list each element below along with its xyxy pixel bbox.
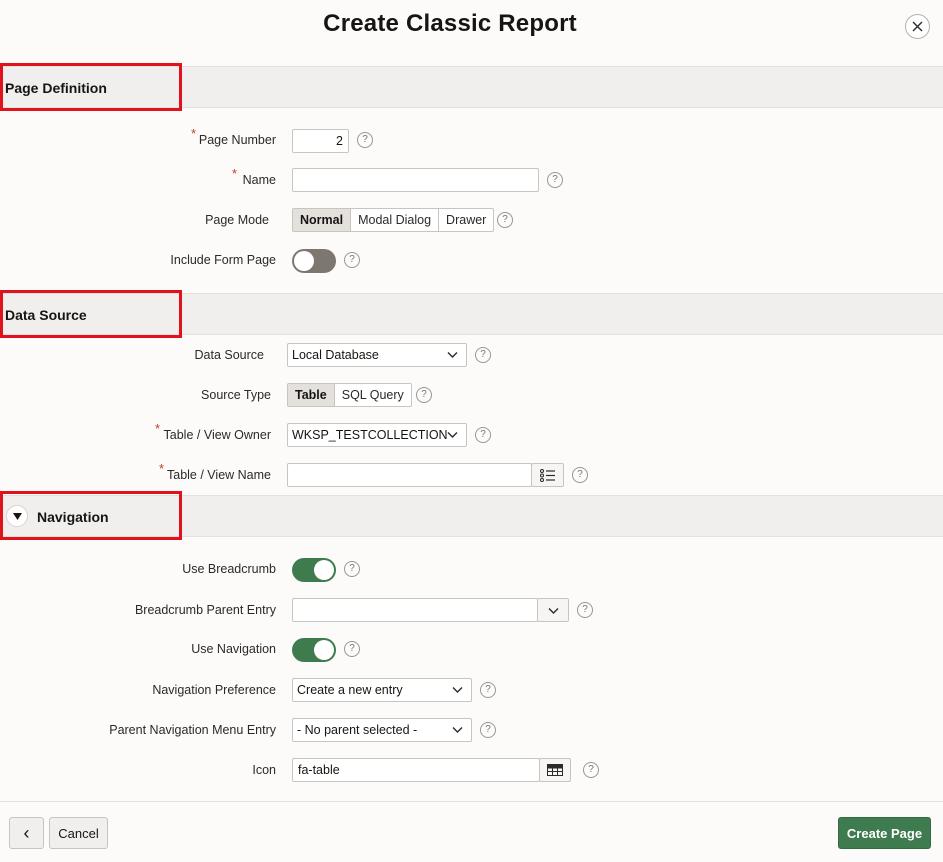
breadcrumb-parent-help-icon[interactable]: ? (577, 602, 593, 618)
include-form-page-toggle[interactable] (292, 249, 336, 273)
include-form-page-label: Include Form Page (170, 253, 276, 267)
source-type-segmented: Table SQL Query (287, 383, 412, 407)
parent-menu-value: - No parent selected - (297, 723, 418, 737)
nav-preference-select[interactable]: Create a new entry (292, 678, 472, 702)
dialog-title: Create Classic Report (323, 10, 577, 37)
source-type-help-icon[interactable]: ? (416, 387, 432, 403)
data-source-label: Data Source (194, 348, 264, 362)
page-number-label: Page Number (198, 133, 276, 147)
cancel-button[interactable]: Cancel (49, 817, 108, 849)
page-mode-help-icon[interactable]: ? (497, 212, 513, 228)
include-form-page-help-icon[interactable]: ? (344, 252, 360, 268)
name-help-icon[interactable]: ? (547, 172, 563, 188)
owner-value: WKSP_TESTCOLLECTION (292, 428, 448, 442)
chevron-down-icon (548, 607, 558, 614)
table-icon (547, 764, 563, 776)
icon-label: Icon (252, 763, 276, 777)
nav-preference-label: Navigation Preference (152, 683, 276, 697)
page-mode-drawer[interactable]: Drawer (438, 209, 493, 231)
parent-menu-help-icon[interactable]: ? (480, 722, 496, 738)
toggle-knob (314, 640, 334, 660)
breadcrumb-parent-input[interactable] (292, 598, 538, 622)
data-source-title: Data Source (5, 307, 87, 323)
page-number-help-icon[interactable]: ? (357, 132, 373, 148)
parent-menu-select[interactable]: - No parent selected - (292, 718, 472, 742)
name-label: Name (242, 173, 276, 187)
owner-select[interactable]: WKSP_TESTCOLLECTION (287, 423, 467, 447)
list-picker-button[interactable] (531, 463, 564, 487)
toggle-knob (314, 560, 334, 580)
dialog-footer (0, 801, 943, 862)
create-page-button[interactable]: Create Page (838, 817, 931, 849)
chevron-down-icon (447, 352, 458, 358)
parent-menu-label: Parent Navigation Menu Entry (109, 723, 276, 737)
chevron-down-icon (452, 727, 463, 733)
page-mode-modal-dialog[interactable]: Modal Dialog (350, 209, 438, 231)
breadcrumb-parent-dropdown-button[interactable] (537, 598, 569, 622)
icon-help-icon[interactable]: ? (583, 762, 599, 778)
use-navigation-toggle[interactable] (292, 638, 336, 662)
data-source-header (0, 293, 943, 335)
page-number-input[interactable] (292, 129, 349, 153)
nav-preference-value: Create a new entry (297, 683, 403, 697)
use-navigation-help-icon[interactable]: ? (344, 641, 360, 657)
view-name-label: Table / View Name (167, 468, 271, 482)
navigation-header (0, 495, 943, 537)
navigation-title: Navigation (37, 509, 109, 525)
page-mode-label: Page Mode (205, 213, 269, 227)
page-mode-segmented: Normal Modal Dialog Drawer (292, 208, 495, 232)
breadcrumb-parent-label: Breadcrumb Parent Entry (134, 603, 276, 617)
close-icon (912, 21, 923, 32)
use-navigation-label: Use Navigation (191, 642, 276, 656)
chevron-down-icon (452, 687, 463, 693)
source-type-label: Source Type (201, 388, 271, 402)
close-button[interactable] (905, 14, 930, 39)
chevron-down-icon (447, 432, 458, 438)
icon-input[interactable] (292, 758, 540, 782)
list-icon (539, 468, 555, 482)
icon-picker-button[interactable] (539, 758, 571, 782)
view-name-help-icon[interactable]: ? (572, 467, 588, 483)
back-button[interactable]: ‹ (9, 817, 44, 849)
nav-preference-help-icon[interactable]: ? (480, 682, 496, 698)
use-breadcrumb-label: Use Breadcrumb (182, 562, 276, 576)
view-name-input[interactable] (287, 463, 532, 487)
toggle-knob (294, 251, 314, 271)
page-mode-normal[interactable]: Normal (293, 209, 351, 231)
source-type-sql-query[interactable]: SQL Query (333, 384, 411, 406)
data-source-value: Local Database (292, 348, 379, 362)
caret-down-icon (12, 512, 22, 520)
owner-help-icon[interactable]: ? (475, 427, 491, 443)
owner-label: Table / View Owner (163, 428, 271, 442)
name-input[interactable] (292, 168, 539, 192)
chevron-left-icon: ‹ (23, 823, 30, 843)
source-type-table[interactable]: Table (288, 384, 334, 406)
data-source-help-icon[interactable]: ? (475, 347, 491, 363)
use-breadcrumb-toggle[interactable] (292, 558, 336, 582)
page-definition-title: Page Definition (5, 80, 107, 96)
navigation-collapse-button[interactable] (6, 505, 28, 527)
page-definition-header (0, 66, 943, 108)
data-source-select[interactable]: Local Database (287, 343, 467, 367)
use-breadcrumb-help-icon[interactable]: ? (344, 561, 360, 577)
